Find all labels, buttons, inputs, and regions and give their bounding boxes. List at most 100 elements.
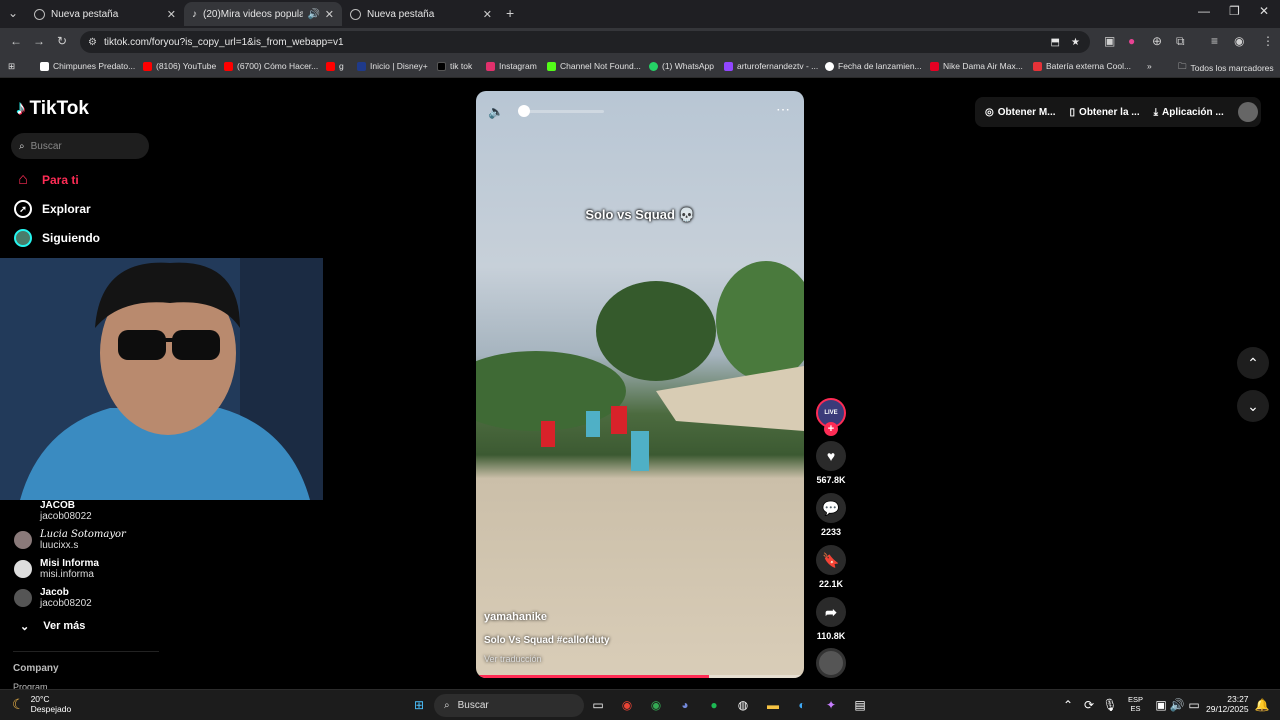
store-icon[interactable]: ▤ [851, 696, 869, 714]
taskbar-search[interactable]: ⌕ Buscar [434, 694, 584, 717]
volume-slider[interactable] [518, 105, 604, 117]
task-view-icon[interactable]: ▭ [589, 696, 607, 714]
weather-widget[interactable]: ☾ 20°C Despejado [12, 694, 71, 714]
puzzle-icon[interactable]: ⧉ [1176, 34, 1185, 49]
windows-start-icon[interactable]: ⊞ [410, 696, 428, 714]
following-account[interactable]: JACOB jacob08022 [14, 500, 92, 522]
bookmark-item[interactable]: (6700) Cómo Hacer... [224, 61, 318, 71]
video-player[interactable]: 🔈 ⋯ Solo vs Squad 💀 yamahanike Solo Vs S… [476, 91, 804, 678]
following-account[interactable]: Misi Informa misi.informa [14, 558, 99, 580]
clock[interactable]: 23:27 29/12/2025 [1206, 694, 1249, 714]
new-tab-icon[interactable]: + [506, 5, 514, 21]
twitch-icon [724, 61, 733, 71]
company-link[interactable]: Company [13, 663, 59, 674]
extension-icon[interactable]: ● [1128, 34, 1135, 48]
more-bookmarks-icon[interactable]: » [1147, 61, 1152, 71]
previous-video-button[interactable]: ⌃ [1237, 347, 1269, 379]
edge-icon[interactable]: ◐ [793, 696, 811, 714]
comment-button[interactable]: 💬 2233 [814, 493, 848, 537]
profile-avatar[interactable] [1237, 102, 1258, 122]
ver-mas-button[interactable]: ⌄ Ver más [20, 620, 85, 633]
bookmark-item[interactable]: (1) WhatsApp [649, 61, 714, 71]
chevron-up-icon[interactable]: ⌃ [1059, 696, 1077, 714]
tab-label: Nueva pestaña [367, 8, 435, 20]
language-indicator[interactable]: ESP ES [1128, 695, 1143, 713]
install-icon[interactable]: ⬒ [1051, 37, 1060, 48]
back-icon[interactable]: ← [10, 34, 22, 48]
creator-avatar[interactable]: LIVE + [814, 398, 848, 436]
file-explorer-icon[interactable]: ▬ [764, 696, 782, 714]
copilot-icon[interactable]: ✦ [822, 696, 840, 714]
browser-toolbar: ← → ↻ ⚙ tiktok.com/foryou?is_copy_url=1&… [0, 28, 1280, 56]
more-options-icon[interactable]: ⋯ [776, 101, 790, 118]
forward-icon[interactable]: → [33, 34, 45, 48]
follow-plus-icon[interactable]: + [824, 422, 838, 436]
bookmark-item[interactable]: Fecha de lanzamien... [825, 61, 922, 71]
tab-2[interactable]: ♪ (20)Mira videos populares 🔊 ✕ [184, 2, 342, 26]
bookmark-item[interactable]: Chimpunes Predato... [40, 61, 135, 71]
avatar [14, 560, 32, 578]
bookmark-item[interactable]: arturofernandeztv - ... [724, 61, 818, 71]
close-window-icon[interactable]: ✕ [1259, 4, 1269, 18]
sync-icon[interactable]: ⟳ [1080, 696, 1098, 714]
chrome-icon[interactable]: ◉ [647, 696, 665, 714]
profile-avatar[interactable]: ◉ [1234, 34, 1244, 48]
extension-icon[interactable]: ⊕ [1152, 34, 1162, 48]
minimize-icon[interactable]: — [1198, 4, 1210, 18]
extension-icon[interactable]: ▣ [1104, 34, 1115, 48]
mute-icon[interactable]: 🔈 [488, 104, 504, 120]
media-icon[interactable]: ≡ [1211, 34, 1218, 48]
video-username[interactable]: yamahanike [484, 611, 547, 623]
battery-icon[interactable]: ▭ [1185, 696, 1203, 714]
music-disc[interactable] [814, 648, 848, 678]
save-button[interactable]: 🔖 22.1K [814, 545, 848, 589]
translate-link[interactable]: Ver traducción [484, 654, 542, 664]
steam-icon[interactable]: ◍ [734, 696, 752, 714]
apps-icon[interactable]: ⊞ [8, 61, 15, 72]
get-coins-button[interactable]: ◎ Obtener M... [985, 107, 1056, 118]
all-bookmarks[interactable]: 🗀 Todos los marcadores [1178, 61, 1274, 75]
menu-icon[interactable]: ⋮ [1262, 34, 1274, 48]
notification-icon[interactable]: 🔔 [1253, 696, 1271, 714]
bookmarks-bar: ⊞ Chimpunes Predato... (8106) YouTube (6… [0, 56, 1280, 78]
reload-icon[interactable]: ↻ [57, 34, 67, 48]
following-account[interactable]: Lucia Sotomayor luucixx.s [14, 529, 126, 551]
nav-para-ti[interactable]: ⌂ Para ti [14, 171, 79, 189]
nav-explorar[interactable]: ➚ Explorar [14, 200, 91, 218]
spotify-icon[interactable]: ● [705, 696, 723, 714]
search-input[interactable]: ⌕ Buscar [11, 133, 149, 159]
bookmark-item[interactable]: Inicio | Disney+ [357, 61, 428, 71]
get-app-button[interactable]: ▯ Obtener la ... [1070, 107, 1140, 118]
bookmark-item[interactable]: tik tok [437, 61, 472, 71]
volume-slider-thumb[interactable] [518, 105, 530, 117]
bookmark-item[interactable]: Instagram [486, 61, 537, 71]
video-progress-bar[interactable] [476, 675, 804, 678]
bookmark-item[interactable]: g [326, 61, 344, 71]
nav-siguiendo[interactable]: Siguiendo [14, 229, 100, 247]
discord-icon[interactable]: ◕ [676, 696, 694, 714]
close-tab-icon[interactable]: ✕ [167, 8, 176, 21]
desktop-app-button[interactable]: ⤓ Aplicación ... [1154, 107, 1224, 118]
audio-icon[interactable]: 🔊 [308, 9, 320, 20]
like-button[interactable]: ♥ 567.8K [814, 441, 848, 485]
tab-3[interactable]: Nueva pestaña ✕ [342, 2, 500, 26]
bookmark-star-icon[interactable]: ★ [1071, 37, 1080, 48]
bookmark-item[interactable]: Channel Not Found... [547, 61, 641, 71]
close-tab-icon[interactable]: ✕ [325, 8, 334, 21]
tiktok-logo[interactable]: ♪ TikTok [16, 98, 89, 120]
volume-icon[interactable]: 🔊 [1168, 696, 1186, 714]
share-button[interactable]: ➦ 110.8K [814, 597, 848, 641]
microphone-icon[interactable]: 🎙 [1101, 696, 1119, 714]
next-video-button[interactable]: ⌄ [1237, 390, 1269, 422]
tab-1[interactable]: Nueva pestaña ✕ [26, 2, 184, 26]
maximize-icon[interactable]: ❐ [1229, 4, 1240, 18]
chrome-icon[interactable]: ◉ [618, 696, 636, 714]
bookmark-item[interactable]: Batería externa Cool... [1033, 61, 1131, 71]
address-bar[interactable]: ⚙ tiktok.com/foryou?is_copy_url=1&is_fro… [80, 31, 1090, 53]
bookmark-item[interactable]: Nike Dama Air Max... [930, 61, 1023, 71]
close-tab-icon[interactable]: ✕ [483, 8, 492, 21]
bookmark-item[interactable]: (8106) YouTube [143, 61, 216, 71]
site-info-icon[interactable]: ⚙ [88, 37, 97, 48]
tab-search-icon[interactable]: ⌄ [8, 6, 18, 20]
following-account[interactable]: Jacob jacob08202 [14, 587, 92, 609]
